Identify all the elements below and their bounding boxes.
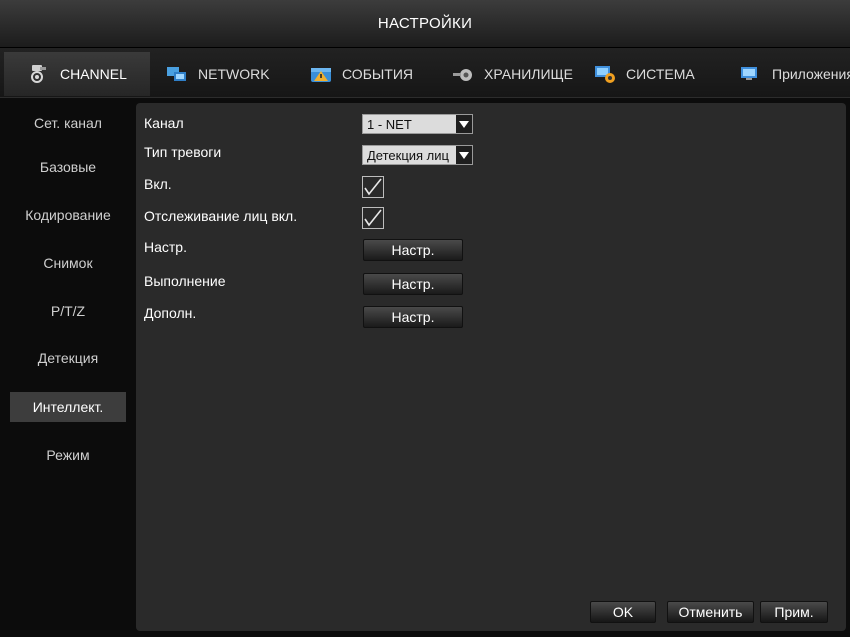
sidebar-item-mode[interactable]: Режим <box>0 440 136 470</box>
tab-channel[interactable]: CHANNEL <box>4 52 150 96</box>
camera-icon <box>28 64 50 84</box>
tab-apps[interactable]: Приложения <box>722 52 850 96</box>
alarm-icon <box>310 64 332 84</box>
alarm-type-select-value: Детекция лиц <box>367 147 449 163</box>
apply-button[interactable]: Прим. <box>760 601 828 623</box>
chevron-down-icon <box>456 115 472 133</box>
check-icon <box>364 178 382 196</box>
sidebar-item-label: Детекция <box>37 350 99 366</box>
extra-setup-button[interactable]: Настр. <box>363 306 463 328</box>
sidebar-item-label: Базовые <box>39 159 97 175</box>
sidebar: Сет. канал Базовые Кодирование Снимок P/… <box>0 98 136 637</box>
cancel-button[interactable]: Отменить <box>667 601 754 623</box>
channel-select-value: 1 - NET <box>367 116 412 132</box>
ok-button[interactable]: OK <box>590 601 656 623</box>
storage-icon <box>452 64 474 84</box>
sidebar-item-label: Кодирование <box>25 207 111 223</box>
face-tracking-checkbox[interactable] <box>362 207 384 229</box>
tab-bar: CHANNEL NETWORK СОБЫТИЯ ХРАНИЛИЩЕ СИСТЕМ… <box>0 48 850 98</box>
tab-label: СИСТЕМА <box>626 66 695 82</box>
channel-select[interactable]: 1 - NET <box>362 114 473 134</box>
sidebar-item-intelligence[interactable]: Интеллект. <box>10 392 126 422</box>
sidebar-item-snapshot[interactable]: Снимок <box>0 248 136 278</box>
alarm-type-label: Тип тревоги <box>144 144 222 160</box>
tab-label: CHANNEL <box>60 66 127 82</box>
chevron-down-icon <box>456 146 472 164</box>
sidebar-item-network-channel[interactable]: Сет. канал <box>0 108 136 138</box>
sidebar-item-ptz[interactable]: P/T/Z <box>0 296 136 326</box>
sidebar-item-label: P/T/Z <box>50 303 86 319</box>
title-bar: НАСТРОЙКИ <box>0 0 850 48</box>
sidebar-item-basic[interactable]: Базовые <box>0 152 136 182</box>
tab-events[interactable]: СОБЫТИЯ <box>292 52 428 96</box>
tab-label: Приложения <box>772 66 850 82</box>
enable-checkbox[interactable] <box>362 176 384 198</box>
face-tracking-label: Отслеживание лиц вкл. <box>144 208 298 224</box>
enable-label: Вкл. <box>144 176 172 192</box>
alarm-type-select[interactable]: Детекция лиц <box>362 145 473 165</box>
sidebar-item-detection[interactable]: Детекция <box>0 343 136 373</box>
setup-button[interactable]: Настр. <box>363 239 463 261</box>
tab-network[interactable]: NETWORK <box>154 52 288 96</box>
tab-label: NETWORK <box>198 66 270 82</box>
apps-icon <box>740 64 762 84</box>
system-icon <box>594 64 616 84</box>
settings-panel <box>136 103 846 631</box>
execution-label: Выполнение <box>144 273 226 289</box>
network-icon <box>166 64 188 84</box>
tab-system[interactable]: СИСТЕМА <box>578 52 712 96</box>
window-title: НАСТРОЙКИ <box>377 15 473 32</box>
setup-label: Настр. <box>144 239 187 255</box>
sidebar-item-encoding[interactable]: Кодирование <box>0 200 136 230</box>
sidebar-item-label: Снимок <box>43 255 93 271</box>
check-icon <box>364 209 382 227</box>
sidebar-item-label: Сет. канал <box>34 115 102 131</box>
execution-setup-button[interactable]: Настр. <box>363 273 463 295</box>
channel-label: Канал <box>144 115 184 131</box>
tab-storage[interactable]: ХРАНИЛИЩЕ <box>438 52 574 96</box>
sidebar-item-label: Режим <box>46 447 90 463</box>
tab-label: ХРАНИЛИЩЕ <box>484 66 573 82</box>
extra-label: Дополн. <box>144 305 197 321</box>
sidebar-item-label: Интеллект. <box>32 399 104 415</box>
tab-label: СОБЫТИЯ <box>342 66 413 82</box>
